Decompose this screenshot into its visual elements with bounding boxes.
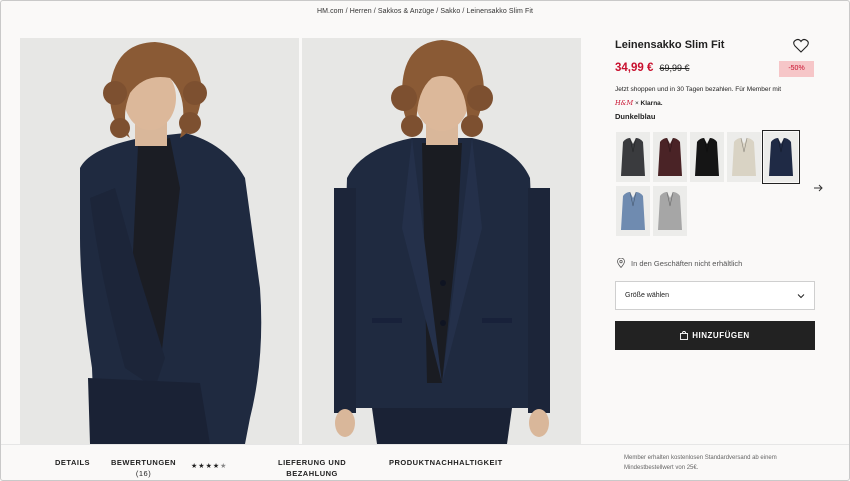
tab-reviews[interactable]: BEWERTUNGEN (16) — [111, 458, 176, 478]
rating-stars: ★★★★★ — [191, 462, 227, 470]
product-title: Leinensakko Slim Fit — [615, 39, 725, 51]
arrow-right-icon[interactable] — [813, 180, 823, 192]
sale-price: 34,99 € — [615, 62, 654, 74]
color-swatch[interactable] — [727, 132, 761, 182]
star-icon: ★ — [198, 463, 206, 470]
location-pin-icon — [617, 258, 625, 268]
color-swatch[interactable] — [653, 132, 687, 182]
original-price: 69,99 € — [659, 63, 690, 73]
tab-delivery-label-1: LIEFERUNG UND — [278, 458, 347, 467]
selected-color-name: Dunkelblau — [615, 112, 656, 121]
heart-icon[interactable] — [793, 38, 809, 53]
color-swatch[interactable] — [653, 186, 687, 236]
klarna-times: × — [634, 100, 639, 107]
tab-details[interactable]: DETAILS — [55, 458, 90, 467]
klarna-logo: Klarna. — [640, 100, 663, 107]
discount-badge: -50% — [779, 61, 814, 77]
add-to-bag-button[interactable]: HINZUFÜGEN — [615, 321, 815, 350]
price-row: 34,99 € 69,99 € — [615, 62, 689, 74]
product-image-side[interactable] — [20, 38, 299, 444]
tab-delivery-payment[interactable]: LIEFERUNG UND BEZAHLUNG — [278, 458, 346, 478]
store-availability-text: In den Geschäften nicht erhältlich — [631, 258, 743, 268]
add-to-bag-label: HINZUFÜGEN — [692, 331, 750, 340]
size-select-label: Größe wählen — [625, 292, 669, 299]
chevron-down-icon — [797, 294, 805, 299]
color-swatch[interactable] — [616, 186, 650, 236]
tab-sustainability[interactable]: PRODUKTNACHHALTIGKEIT — [389, 458, 503, 467]
tab-delivery-label-2: BEZAHLUNG — [286, 469, 338, 478]
tab-reviews-label: BEWERTUNGEN — [111, 458, 177, 467]
klarna-logos: H&M × Klarna. — [615, 99, 663, 107]
color-swatch[interactable] — [616, 132, 650, 182]
bottom-tab-bar: DETAILS BEWERTUNGEN (16) ★★★★★ LIEFERUNG… — [0, 444, 850, 481]
member-shipping-note: Member erhalten kostenlosen Standardvers… — [624, 455, 777, 471]
hm-logo: H&M — [615, 99, 634, 107]
color-swatch[interactable] — [762, 130, 800, 184]
breadcrumb[interactable]: HM.com / Herren / Sakkos & Anzüge / Sakk… — [0, 8, 850, 15]
size-select[interactable]: Größe wählen — [615, 281, 815, 310]
shopping-bag-icon — [680, 331, 689, 340]
store-availability: In den Geschäften nicht erhältlich — [617, 258, 742, 268]
reviews-count: (16) — [135, 469, 152, 478]
klarna-info: Jetzt shoppen und in 30 Tagen bezahlen. … — [615, 86, 782, 93]
color-swatch[interactable] — [690, 132, 724, 182]
star-icon: ★ — [205, 463, 213, 470]
half-star-icon: ★ — [220, 463, 228, 470]
product-image-front[interactable] — [302, 38, 581, 444]
